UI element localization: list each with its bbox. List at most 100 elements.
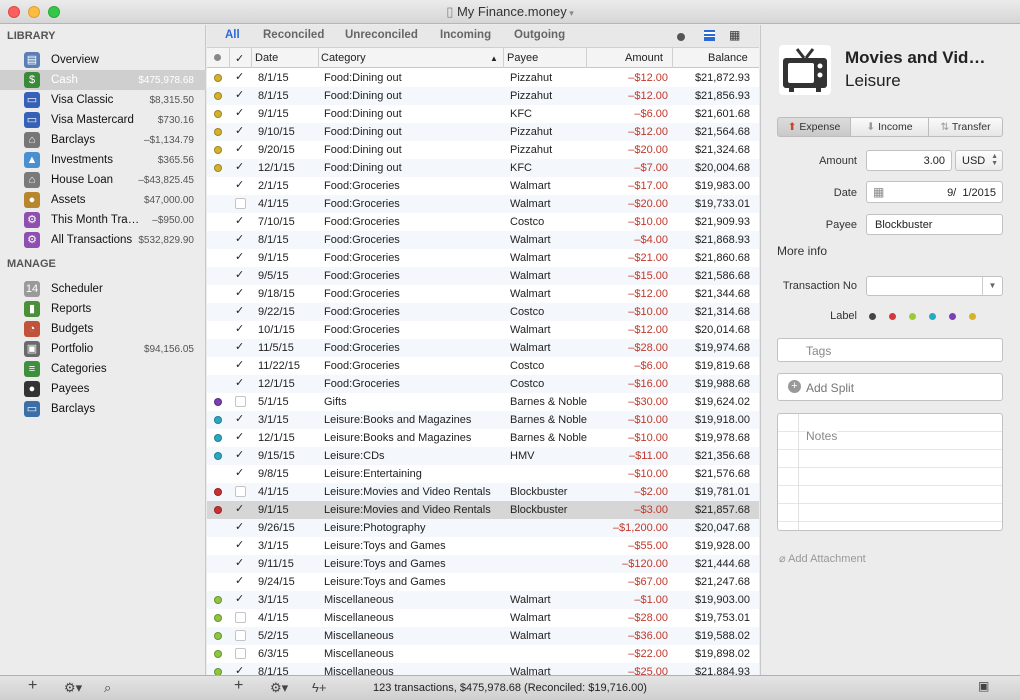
currency-select[interactable]: USD ▲ ▼ — [955, 150, 1003, 171]
column-separator[interactable] — [503, 48, 504, 68]
reconciled-checkbox[interactable]: ✓ — [235, 358, 246, 371]
reconciled-checkbox[interactable] — [235, 630, 246, 641]
sidebar-item[interactable]: ▭ Visa Classic $8,315.50 — [0, 90, 206, 110]
reconciled-checkbox[interactable]: ✓ — [235, 232, 246, 245]
table-row[interactable]: ✓ 11/22/15 Food:Groceries Costco –$6.00 $19,8… — [207, 357, 759, 375]
reconciled-checkbox[interactable] — [235, 612, 246, 623]
payee-column-header[interactable]: Payee — [507, 52, 538, 64]
reconciled-checkbox[interactable]: ✓ — [235, 574, 246, 587]
column-separator[interactable] — [229, 48, 230, 68]
reconciled-checkbox[interactable]: ✓ — [235, 88, 246, 101]
reconciled-checkbox[interactable]: ✓ — [235, 250, 246, 263]
reconciled-checkbox[interactable] — [235, 198, 246, 209]
table-row[interactable]: ✓ 2/1/15 Food:Groceries Walmart –$17.00 $19,9… — [207, 177, 759, 195]
table-row[interactable]: ✓ 9/8/15 Leisure:Entertaining –$10.00 $21,57… — [207, 465, 759, 483]
table-row[interactable]: ✓ 9/5/15 Food:Groceries Walmart –$15.00 $21,5… — [207, 267, 759, 285]
table-row[interactable]: 6/3/15 Miscellaneous –$22.00 $19,898.02 — [207, 645, 759, 663]
sidebar-item[interactable]: ▭ Barclays — [0, 399, 206, 419]
expense-button[interactable]: ⬆ Expense — [777, 117, 851, 137]
table-row[interactable]: 4/1/15 Miscellaneous Walmart –$28.00 $19,753… — [207, 609, 759, 627]
table-row[interactable]: ✓ 7/10/15 Food:Groceries Costco –$10.00 $21,9… — [207, 213, 759, 231]
sidebar-item[interactable]: ⚙ This Month Tra… –$950.00 — [0, 210, 206, 230]
transaction-no-combobox[interactable]: ▼ — [866, 276, 1003, 296]
filter-incoming-tab[interactable]: Incoming — [440, 29, 491, 41]
table-row[interactable]: ✓ 9/22/15 Food:Groceries Costco –$10.00 $21,3… — [207, 303, 759, 321]
sidebar-item[interactable]: ▲ Investments $365.56 — [0, 150, 206, 170]
table-row[interactable]: 4/1/15 Leisure:Movies and Video Rentals Bl… — [207, 483, 759, 501]
sidebar-item[interactable]: ≡ Categories — [0, 359, 206, 379]
sidebar-item[interactable]: ⚙ All Transactions $532,829.90 — [0, 230, 206, 250]
table-row[interactable]: ✓ 9/15/15 Leisure:CDs HMV –$11.00 $21,356.68 — [207, 447, 759, 465]
table-row[interactable]: ✓ 3/1/15 Leisure:Toys and Games –$55.00 $19,… — [207, 537, 759, 555]
reconciled-checkbox[interactable] — [235, 648, 246, 659]
table-row[interactable]: 5/1/15 Gifts Barnes & Noble –$30.00 $19,624.… — [207, 393, 759, 411]
reconciled-checkbox[interactable] — [235, 396, 246, 407]
sidebar-item[interactable]: ⌂ House Loan –$43,825.45 — [0, 170, 206, 190]
reconciled-checkbox[interactable]: ✓ — [235, 142, 246, 155]
reconciled-checkbox[interactable]: ✓ — [235, 502, 246, 515]
reconciled-checkbox[interactable]: ✓ — [235, 538, 246, 551]
table-row[interactable]: 4/1/15 Food:Groceries Walmart –$20.00 $19,73… — [207, 195, 759, 213]
add-transaction-button[interactable]: + — [234, 677, 243, 695]
table-row[interactable]: ✓ 11/5/15 Food:Groceries Walmart –$28.00 $19,… — [207, 339, 759, 357]
reconciled-checkbox[interactable]: ✓ — [235, 160, 246, 173]
table-row[interactable]: ✓ 8/1/15 Food:Groceries Walmart –$4.00 $21,86… — [207, 231, 759, 249]
table-row[interactable]: 5/2/15 Miscellaneous Walmart –$36.00 $19,588… — [207, 627, 759, 645]
table-row[interactable]: ✓ 3/1/15 Leisure:Books and Magazines Barnes… — [207, 411, 759, 429]
table-row[interactable]: ✓ 9/1/15 Food:Groceries Walmart –$21.00 $21,8… — [207, 249, 759, 267]
table-row[interactable]: ✓ 9/24/15 Leisure:Toys and Games –$67.00 $21… — [207, 573, 759, 591]
column-separator[interactable] — [586, 48, 587, 68]
gear-menu-icon[interactable]: ⚙▾ — [270, 680, 288, 696]
income-button[interactable]: ⬇ Income — [851, 117, 929, 137]
reconciled-checkbox[interactable]: ✓ — [235, 592, 246, 605]
chevron-down-icon[interactable]: ▼ — [982, 277, 1002, 295]
reconciled-checkbox[interactable]: ✓ — [235, 376, 246, 389]
sidebar-item[interactable]: ▤ Overview — [0, 50, 206, 70]
tags-field[interactable]: Tags — [777, 338, 1003, 362]
calendar-icon[interactable]: ▦ — [873, 185, 884, 199]
column-separator[interactable] — [251, 48, 252, 68]
sidebar-item[interactable]: ◔ Budgets — [0, 319, 206, 339]
table-row[interactable]: ✓ 9/1/15 Leisure:Movies and Video Rentals B… — [207, 501, 759, 519]
record-dot-icon[interactable] — [677, 33, 685, 41]
list-view-icon[interactable] — [704, 30, 715, 41]
date-column-header[interactable]: Date — [255, 52, 278, 64]
label-color-option[interactable] — [949, 313, 956, 320]
table-row[interactable]: ✓ 9/11/15 Leisure:Toys and Games –$120.00 $2… — [207, 555, 759, 573]
category-column-header[interactable]: Category — [321, 52, 366, 64]
label-color-option[interactable] — [909, 313, 916, 320]
sidebar-item[interactable]: ▭ Visa Mastercard $730.16 — [0, 110, 206, 130]
notes-field[interactable]: Notes — [777, 413, 1003, 531]
sidebar-item[interactable]: $ Cash $475,978.68 — [0, 70, 206, 90]
table-row[interactable]: ✓ 9/10/15 Food:Dining out Pizzahut –$12.00 $2… — [207, 123, 759, 141]
reconciled-checkbox[interactable]: ✓ — [235, 322, 246, 335]
payee-field[interactable]: Blockbuster — [866, 214, 1003, 235]
table-row[interactable]: ✓ 12/1/15 Food:Dining out KFC –$7.00 $20,004.… — [207, 159, 759, 177]
reconciled-checkbox[interactable]: ✓ — [235, 70, 246, 83]
table-row[interactable]: ✓ 12/1/15 Food:Groceries Costco –$16.00 $19,9… — [207, 375, 759, 393]
filter-outgoing-tab[interactable]: Outgoing — [514, 29, 565, 41]
table-row[interactable]: ✓ 9/18/15 Food:Groceries Walmart –$12.00 $21,… — [207, 285, 759, 303]
search-icon[interactable]: ⌕ — [104, 680, 111, 696]
transfer-button[interactable]: ⇅ Transfer — [929, 117, 1003, 137]
add-attachment-button[interactable]: ⌀ Add Attachment — [779, 552, 866, 565]
add-split-button[interactable]: + Add Split — [777, 373, 1003, 401]
table-row[interactable]: ✓ 12/1/15 Leisure:Books and Magazines Barne… — [207, 429, 759, 447]
reconciled-checkbox[interactable]: ✓ — [235, 520, 246, 533]
balance-column-header[interactable]: Balance — [708, 52, 748, 64]
sidebar-item[interactable]: ● Assets $47,000.00 — [0, 190, 206, 210]
amount-field[interactable]: 3.00 — [866, 150, 952, 171]
filter-all-tab[interactable]: All — [225, 29, 240, 41]
sidebar-item[interactable]: ▮ Reports — [0, 299, 206, 319]
label-color-option[interactable] — [969, 313, 976, 320]
reconciled-checkbox[interactable]: ✓ — [235, 286, 246, 299]
filter-unreconciled-tab[interactable]: Unreconciled — [345, 29, 418, 41]
table-row[interactable]: ✓ 10/1/15 Food:Groceries Walmart –$12.00 $20,… — [207, 321, 759, 339]
table-row[interactable]: ✓ 8/1/15 Miscellaneous Walmart –$25.00 $21,88… — [207, 663, 759, 675]
reconciled-checkbox[interactable]: ✓ — [235, 448, 246, 461]
reconciled-checkbox[interactable]: ✓ — [235, 106, 246, 119]
reconciled-checkbox[interactable]: ✓ — [235, 412, 246, 425]
table-row[interactable]: ✓ 9/1/15 Food:Dining out KFC –$6.00 $21,601.6… — [207, 105, 759, 123]
column-separator[interactable] — [318, 48, 319, 68]
label-color-option[interactable] — [869, 313, 876, 320]
